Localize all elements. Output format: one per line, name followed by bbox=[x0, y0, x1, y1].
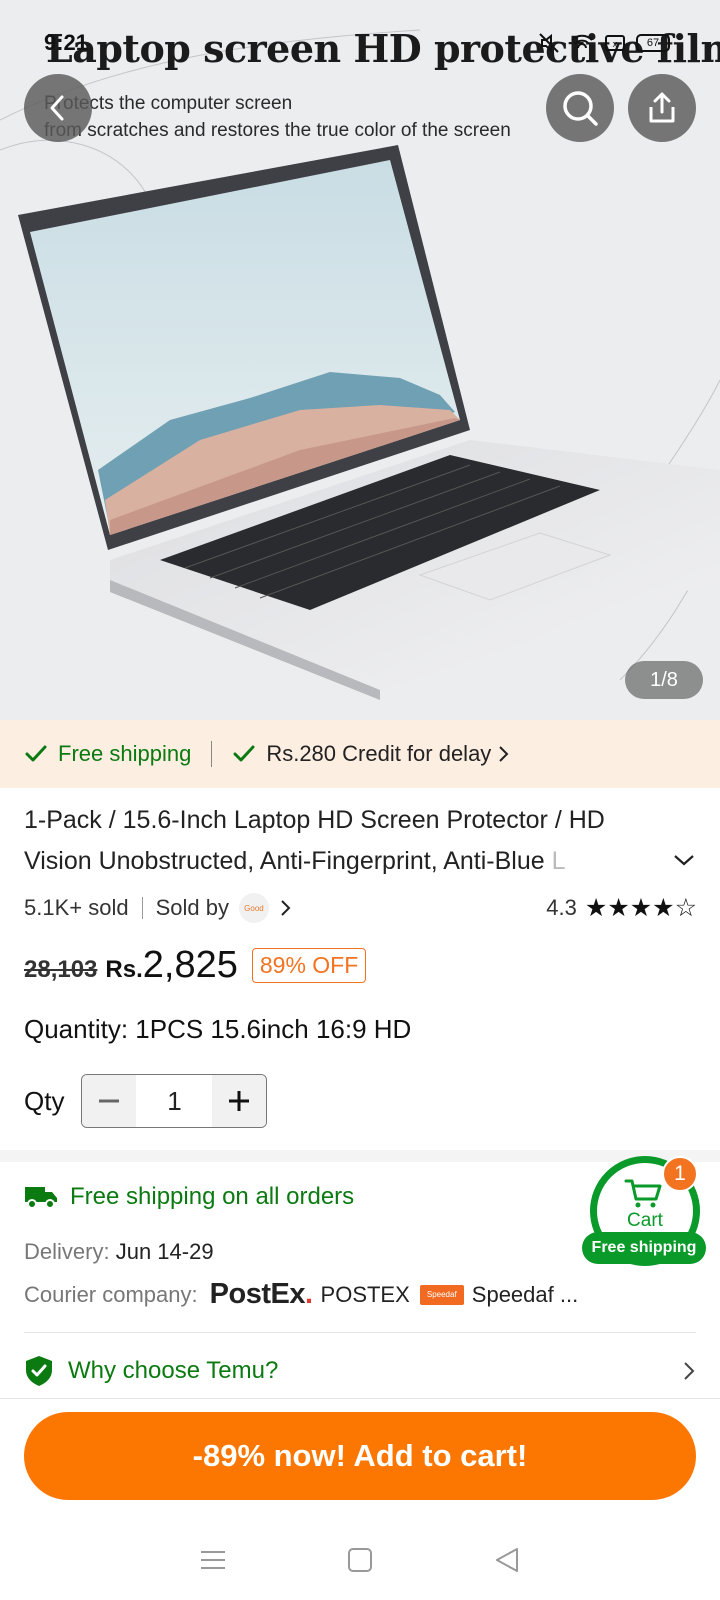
rating-stars: ★ ★ ★ ★ ☆ bbox=[584, 893, 697, 923]
free-shipping-label: Free shipping bbox=[58, 741, 192, 766]
rating-value: 4.3 bbox=[546, 895, 577, 920]
status-icons: x 67 bbox=[538, 32, 670, 54]
share-button[interactable] bbox=[628, 74, 696, 142]
variant-label: Quantity: 1PCS 15.6inch 16:9 HD bbox=[24, 1014, 412, 1044]
hero-subtitle-line1: Protects the computer screen bbox=[44, 93, 293, 114]
star-full-icon: ★ bbox=[652, 894, 674, 922]
search-icon bbox=[563, 91, 598, 126]
speedaf-logo: Speedaf bbox=[419, 1284, 464, 1305]
product-image-gallery[interactable]: Laptop screen HD protective film Protect… bbox=[0, 0, 720, 720]
meta-separator bbox=[141, 897, 143, 919]
plus-icon bbox=[229, 1091, 250, 1111]
courier2-name: Speedaf ... bbox=[471, 1281, 579, 1307]
sale-price: 2,825 bbox=[142, 944, 238, 986]
divider bbox=[24, 1332, 696, 1333]
home-icon[interactable] bbox=[347, 1547, 373, 1573]
cart-count-badge: 1 bbox=[662, 1156, 698, 1192]
delay-credit-link[interactable]: Rs.280 Credit for delay bbox=[266, 741, 511, 767]
menu-icon[interactable] bbox=[200, 1548, 226, 1572]
why-choose-label: Why choose Temu? bbox=[68, 1357, 279, 1384]
star-empty-icon: ☆ bbox=[674, 894, 697, 922]
chevron-right-icon bbox=[499, 746, 509, 762]
chevron-down-icon[interactable] bbox=[672, 852, 696, 868]
free-shipping-headline: Free shipping on all orders bbox=[70, 1183, 355, 1210]
cart-icon bbox=[624, 1179, 662, 1208]
back-button[interactable] bbox=[24, 74, 92, 142]
divider bbox=[0, 1398, 720, 1399]
sim-icon: x bbox=[605, 35, 625, 51]
cart-button[interactable]: Cart Free shipping 1 bbox=[582, 1156, 706, 1266]
back-arrow-icon bbox=[50, 95, 64, 121]
quantity-stepper: 1 bbox=[81, 1074, 268, 1128]
minus-icon bbox=[99, 1099, 120, 1103]
quantity-selector: Qty 1 bbox=[24, 1074, 268, 1128]
courier-name: POSTEX bbox=[320, 1281, 410, 1307]
postex-logo: PostEx. bbox=[209, 1278, 313, 1310]
check-icon bbox=[233, 745, 255, 762]
add-to-cart-button[interactable]: -89% now! Add to cart! bbox=[24, 1412, 696, 1500]
delay-credit-label: Rs.280 Credit for delay bbox=[266, 741, 492, 766]
wifi-icon bbox=[571, 34, 593, 49]
back-nav-icon[interactable] bbox=[494, 1546, 520, 1574]
image-counter: 1/8 bbox=[625, 661, 703, 699]
chevron-right-icon[interactable] bbox=[279, 898, 293, 918]
star-full-icon: ★ bbox=[584, 894, 607, 922]
product-title-fade: L bbox=[551, 847, 566, 875]
status-time: 9:21 bbox=[44, 30, 89, 55]
discount-badge: 89% OFF bbox=[251, 948, 367, 983]
cart-label: Cart bbox=[627, 1210, 663, 1231]
qty-label: Qty bbox=[24, 1085, 65, 1116]
increment-button[interactable] bbox=[212, 1075, 267, 1127]
quantity-value[interactable]: 1 bbox=[136, 1075, 212, 1127]
original-price: 28,103 bbox=[24, 956, 98, 983]
star-full-icon: ★ bbox=[629, 894, 652, 922]
product-title: 1-Pack / 15.6-Inch Laptop HD Screen Prot… bbox=[24, 800, 664, 882]
price-row: 28,103 Rs. 2,825 89% OFF bbox=[24, 944, 367, 987]
hero-subtitle-line2: from scratches and restores the true col… bbox=[44, 120, 511, 141]
share-icon bbox=[649, 92, 675, 123]
mute-icon bbox=[539, 33, 559, 53]
svg-text:x: x bbox=[613, 39, 618, 49]
check-icon bbox=[25, 745, 47, 762]
product-title-text: 1-Pack / 15.6-Inch Laptop HD Screen Prot… bbox=[24, 806, 605, 875]
sold-count: 5.1K+ sold bbox=[24, 895, 129, 920]
seller-logo[interactable]: Good bbox=[238, 893, 269, 923]
currency: Rs. bbox=[105, 956, 143, 983]
postex-logo-text: PostEx bbox=[209, 1278, 306, 1310]
sold-by-label: Sold by bbox=[155, 895, 229, 920]
hero-subtitle: Protects the computer screen from scratc… bbox=[44, 90, 511, 144]
delivery-date: Jun 14-29 bbox=[115, 1239, 214, 1264]
chevron-right-icon bbox=[684, 1362, 695, 1380]
star-full-icon: ★ bbox=[607, 894, 629, 922]
delivery-info: Delivery: Jun 14-29 bbox=[24, 1239, 214, 1265]
banner-separator bbox=[211, 741, 213, 767]
rating[interactable]: 4.3 ★ ★ ★ ★ ☆ bbox=[546, 893, 697, 923]
delivery-label: Delivery: bbox=[24, 1239, 110, 1264]
courier-label: Courier company: bbox=[24, 1281, 198, 1307]
battery-indicator: 67 bbox=[636, 34, 670, 52]
shipping-banner[interactable]: Free shipping Rs.280 Credit for delay bbox=[0, 720, 720, 788]
why-choose-temu-row[interactable]: Why choose Temu? bbox=[24, 1355, 696, 1387]
search-button[interactable] bbox=[546, 74, 614, 142]
product-meta: 5.1K+ sold Sold by Good 4.3 ★ ★ ★ ★ ☆ bbox=[24, 893, 697, 923]
courier-info: Courier company: PostEx. POSTEX Speedaf … bbox=[24, 1278, 578, 1311]
cart-free-shipping: Free shipping bbox=[582, 1232, 706, 1264]
truck-icon bbox=[25, 1187, 57, 1209]
system-nav-bar bbox=[0, 1520, 720, 1600]
shield-check-icon bbox=[26, 1356, 52, 1386]
decrement-button[interactable] bbox=[82, 1075, 137, 1127]
free-shipping-section[interactable]: Free shipping on all orders bbox=[24, 1183, 354, 1211]
